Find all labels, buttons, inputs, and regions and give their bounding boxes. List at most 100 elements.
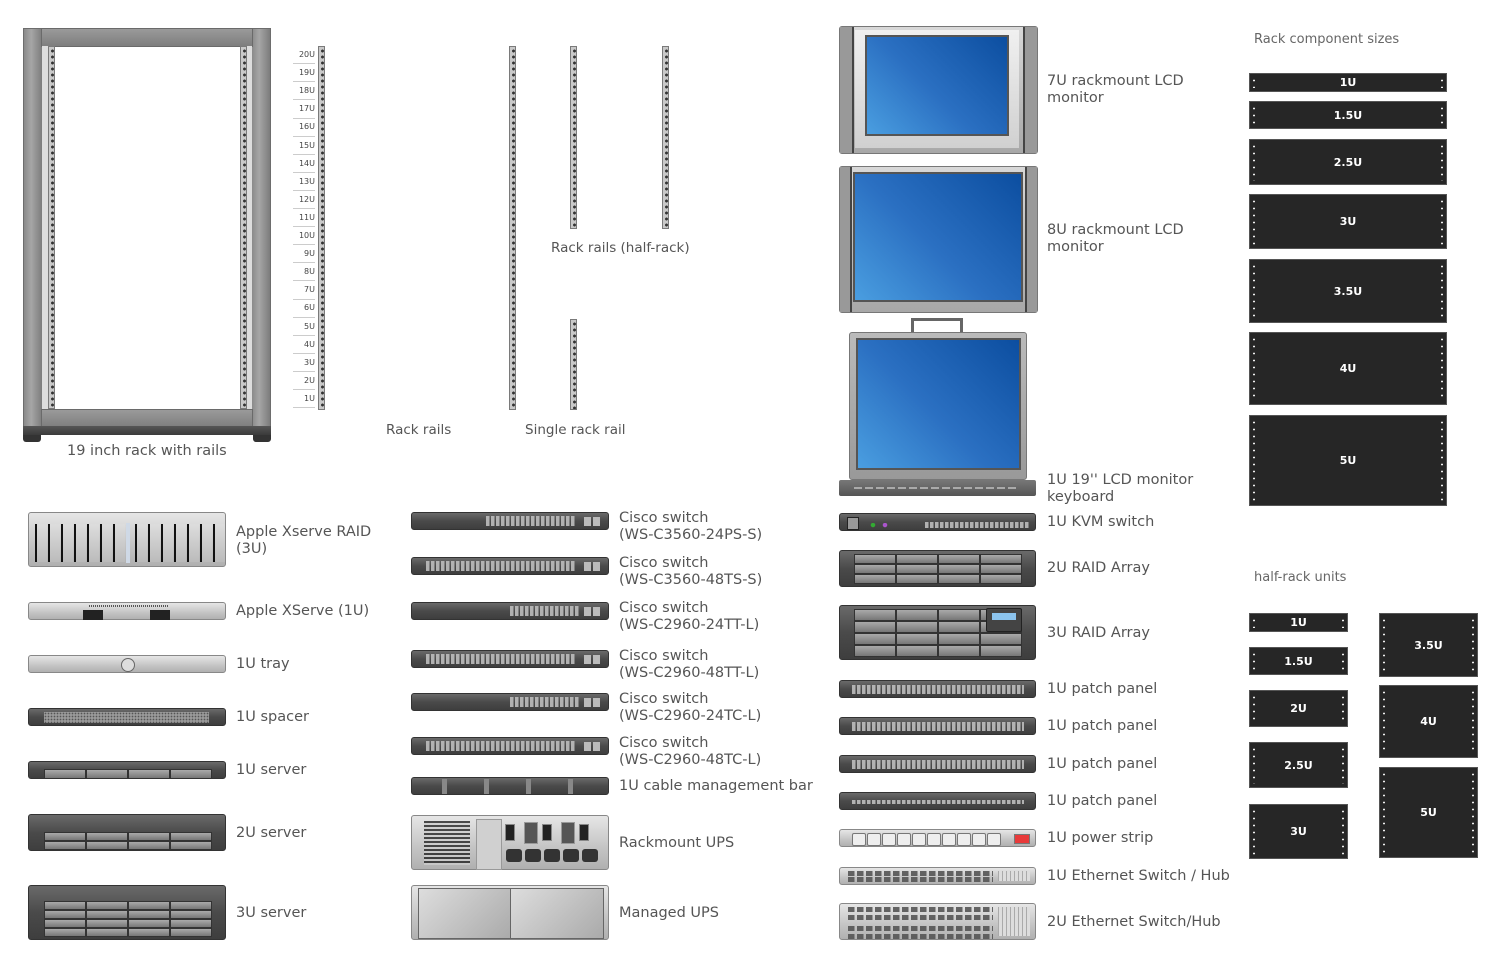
rack-post-left	[23, 28, 43, 434]
drive-bay	[128, 901, 170, 910]
rack-rail-long[interactable]	[509, 46, 516, 410]
drive-bay	[896, 564, 938, 574]
uplink-ports	[584, 517, 602, 526]
outlet	[882, 833, 896, 846]
unit-label: 5U	[293, 318, 315, 336]
tray-icon[interactable]	[28, 655, 226, 673]
rack-top-bar	[41, 28, 253, 47]
ups-panel-left	[418, 888, 512, 939]
port-row	[925, 522, 1030, 528]
left-item-label: 1U spacer	[236, 709, 309, 725]
uplink-ports	[584, 698, 602, 707]
outlet	[897, 833, 911, 846]
right-item-label: 2U RAID Array	[1047, 560, 1150, 576]
outlet-pair	[524, 822, 538, 844]
unit-label: 15U	[293, 137, 315, 155]
unit-label: 2U	[293, 372, 315, 391]
patch-panel-icon[interactable]	[839, 792, 1036, 810]
size-block[interactable]: 4U	[1249, 332, 1447, 405]
server-2u-icon[interactable]	[28, 814, 226, 851]
cisco-switch-icon[interactable]	[411, 512, 609, 530]
kvm-switch-icon[interactable]	[839, 513, 1036, 531]
drive-bay	[100, 524, 112, 562]
left-item-label: 2U server	[236, 825, 307, 841]
half-rack-block[interactable]: 5U	[1379, 767, 1478, 858]
drive-bay	[980, 554, 1022, 564]
drive-bay	[980, 564, 1022, 574]
power-strip-icon[interactable]	[839, 829, 1036, 847]
left-item-label: 1U server	[236, 762, 307, 778]
screen	[853, 172, 1023, 302]
patch-panel-icon[interactable]	[839, 680, 1036, 698]
lcd-monitor-7u-icon[interactable]	[839, 26, 1038, 154]
drive-bay	[35, 524, 47, 562]
raid-array-icon[interactable]	[839, 605, 1036, 660]
outlet	[506, 849, 522, 862]
apple-xserve-icon[interactable]	[28, 602, 226, 620]
ethernet-switch-icon[interactable]	[839, 903, 1036, 940]
power-switch	[505, 824, 515, 841]
ups-panel-right	[510, 888, 604, 939]
half-rack-block[interactable]: 2.5U	[1249, 742, 1348, 788]
half-rack-block[interactable]: 2U	[1249, 690, 1348, 727]
drive-bay	[44, 769, 86, 779]
raid-array-icon[interactable]	[839, 550, 1036, 587]
half-rack-block[interactable]: 4U	[1379, 685, 1478, 758]
unit-label: 6U	[293, 299, 315, 318]
size-block[interactable]: 1.5U	[1249, 101, 1447, 129]
half-rack-rail-1[interactable]	[570, 46, 577, 229]
outlet	[582, 849, 598, 862]
unit-label: 20U	[293, 46, 315, 65]
managed-ups-icon[interactable]	[411, 885, 609, 940]
ethernet-switch-icon[interactable]	[839, 867, 1036, 885]
left-item-label: Apple Xserve RAID (3U)	[236, 524, 372, 557]
size-block[interactable]: 3.5U	[1249, 259, 1447, 323]
drive-bay	[938, 633, 980, 645]
lcd-monitor-keyboard-icon[interactable]	[839, 318, 1036, 496]
left-item-label: 1U tray	[236, 656, 290, 672]
server-1u-icon[interactable]	[28, 761, 226, 779]
cisco-switch-icon[interactable]	[411, 650, 609, 668]
half-rack-block[interactable]: 1U	[1249, 613, 1348, 632]
cable-guide	[568, 779, 573, 794]
unit-rail[interactable]: 20U 19U 18U 17U 16U 15U 14U 13U 12U 11U 10U 9U 8U 7U 6…	[293, 46, 329, 411]
left-item-label: 3U server	[236, 905, 307, 921]
lcd-monitor-8u-icon[interactable]	[839, 166, 1038, 313]
rack-19-inch[interactable]	[23, 28, 271, 442]
cisco-switch-icon[interactable]	[411, 693, 609, 711]
cisco-switch-icon[interactable]	[411, 602, 609, 620]
patch-panel-icon[interactable]	[839, 755, 1036, 773]
size-block[interactable]: 2.5U	[1249, 139, 1447, 185]
cisco-switch-icon[interactable]	[411, 557, 609, 575]
half-rack-block[interactable]: 3.5U	[1379, 613, 1478, 677]
drive-bay	[980, 633, 1022, 645]
outlet	[867, 833, 881, 846]
rack-foot-left	[23, 435, 41, 442]
cisco-switch-icon[interactable]	[411, 737, 609, 755]
drive-slot	[150, 610, 170, 620]
half-rack-block[interactable]: 1.5U	[1249, 647, 1348, 675]
drive-bay	[86, 901, 128, 910]
single-rack-rail[interactable]	[570, 319, 577, 410]
size-block[interactable]: 1U	[1249, 73, 1447, 92]
patch-panel-icon[interactable]	[839, 717, 1036, 735]
spacer-icon[interactable]	[28, 708, 226, 726]
port-row	[852, 760, 1024, 769]
size-block[interactable]: 3U	[1249, 194, 1447, 249]
middle-item-label: Cisco switch (WS-C2960-48TC-L)	[619, 735, 762, 768]
rackmount-ups-icon[interactable]	[411, 815, 609, 870]
half-rack-rail-2[interactable]	[662, 46, 669, 229]
cable-management-bar-icon[interactable]	[411, 777, 609, 795]
port-row	[848, 926, 993, 931]
outlet	[525, 849, 541, 862]
drive-bay	[86, 769, 128, 779]
apple-xserve-raid-icon[interactable]	[28, 512, 226, 567]
lcd-display	[986, 608, 1022, 632]
size-block[interactable]: 5U	[1249, 415, 1447, 506]
rack-rail-left	[48, 46, 55, 409]
drive-bay	[44, 919, 86, 928]
outlet	[972, 833, 986, 846]
server-3u-icon[interactable]	[28, 885, 226, 940]
monitor-label: 8U rackmount LCD monitor	[1047, 222, 1184, 255]
half-rack-block[interactable]: 3U	[1249, 804, 1348, 859]
